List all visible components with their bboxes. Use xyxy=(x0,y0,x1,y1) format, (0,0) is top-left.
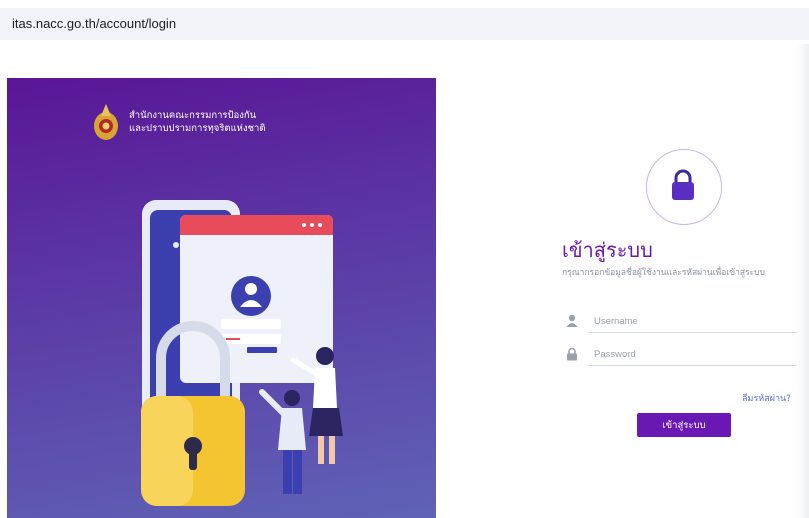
security-illustration xyxy=(141,200,343,506)
organization-header: สำนักงานคณะกรรมการป้องกัน และปราบปรามการ… xyxy=(91,102,266,142)
forgot-password-link[interactable]: ลืมรหัสผ่าน? xyxy=(742,391,791,405)
padlock-icon xyxy=(567,347,577,361)
organization-name-line2: และปราบปรามการทุจริตแห่งชาติ xyxy=(129,123,266,134)
password-field xyxy=(564,344,800,368)
login-submit-button[interactable]: เข้าสู่ระบบ xyxy=(637,413,731,437)
page-edge-shadow xyxy=(797,44,809,518)
password-input[interactable] xyxy=(588,344,798,366)
login-title: เข้าสู่ระบบ xyxy=(562,238,653,262)
browser-url-bar[interactable]: itas.nacc.go.th/account/login xyxy=(0,8,809,40)
login-subtitle: กรุณากรอกข้อมูลชื่อผู้ใช้งานและรหัสผ่านเ… xyxy=(562,268,765,278)
username-input[interactable] xyxy=(588,311,798,333)
username-field xyxy=(564,311,800,335)
lock-badge xyxy=(646,149,722,225)
url-text[interactable]: itas.nacc.go.th/account/login xyxy=(12,16,176,31)
lock-icon xyxy=(672,169,694,200)
organization-name-line1: สำนักงานคณะกรรมการป้องกัน xyxy=(129,110,257,121)
hero-illustration-panel: สำนักงานคณะกรรมการป้องกัน และปราบปรามการ… xyxy=(7,78,436,518)
user-icon xyxy=(566,314,578,327)
nacc-emblem-icon xyxy=(94,104,118,140)
